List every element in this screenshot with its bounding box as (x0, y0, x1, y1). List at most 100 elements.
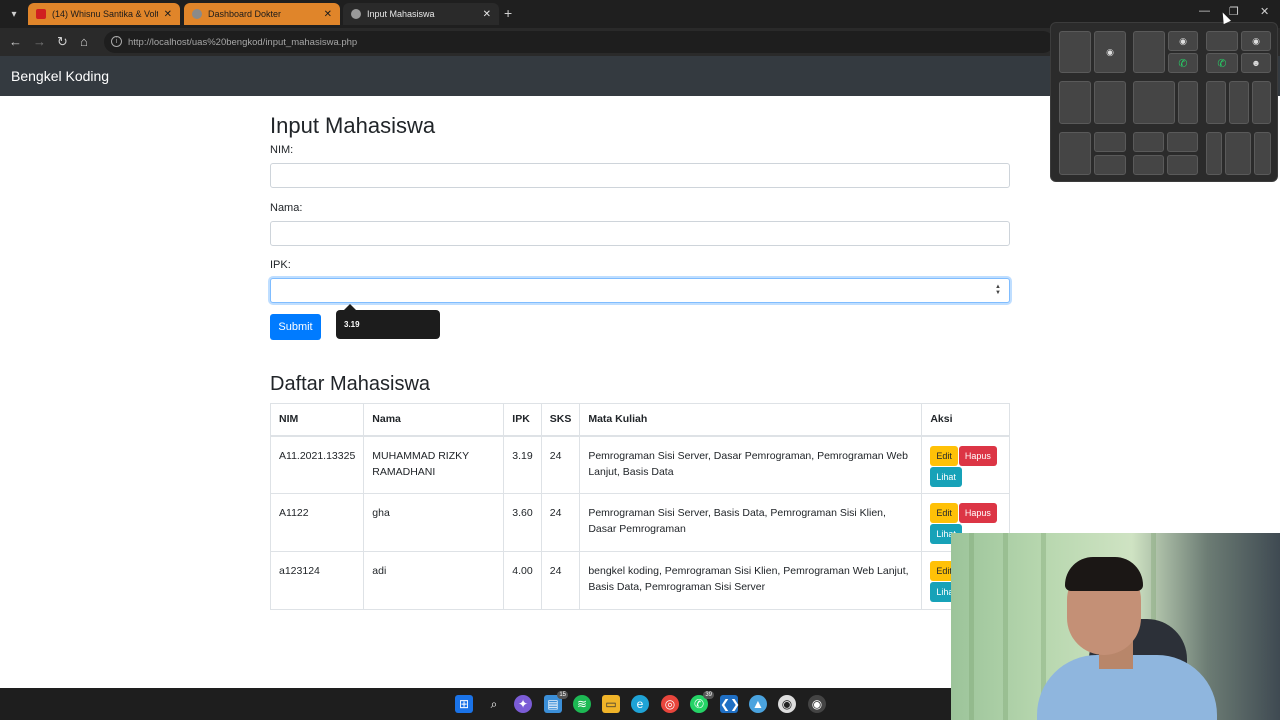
cell-nim: A11.2021.13325 (269, 435, 365, 494)
whatsapp-icon[interactable]: ✆ (1206, 53, 1238, 73)
app-icon[interactable]: ☻ (1241, 53, 1271, 73)
obs-icon[interactable]: ◉ (1241, 31, 1271, 51)
snap-zone[interactable] (1225, 132, 1251, 175)
header-nama: Nama (363, 403, 505, 437)
hapus-button[interactable]: Hapus (958, 445, 997, 466)
snap-zone[interactable] (1059, 132, 1091, 175)
mahasiswa-table: NIM Nama IPK SKS Mata Kuliah Aksi A11.20… (269, 403, 1010, 610)
header-ipk: IPK (503, 403, 542, 437)
cell-nim: A1122 (269, 493, 365, 552)
hapus-button[interactable]: Hapus (958, 503, 997, 523)
snap-zone[interactable] (1229, 81, 1249, 124)
webcam-overlay (951, 533, 1280, 720)
cell-nama: adi (363, 551, 505, 610)
obs-icon-2[interactable]: ◉ (808, 695, 826, 713)
snap-zone[interactable] (1094, 155, 1126, 175)
ipk-input[interactable]: ▲ ▼ (270, 278, 1010, 303)
person-hair (1065, 557, 1143, 591)
obs-icon[interactable]: ◉ (778, 695, 796, 713)
submit-button[interactable]: Submit (270, 314, 321, 340)
copilot-icon[interactable]: ✦ (514, 695, 532, 713)
cell-sks: 24 (540, 551, 581, 610)
snap-zone[interactable] (1254, 132, 1271, 175)
header-mata-kuliah: Mata Kuliah (579, 403, 923, 437)
tab-dashboard-dokter[interactable]: Dashboard Dokter ✕ (184, 3, 340, 25)
forward-icon[interactable]: → (33, 34, 46, 50)
close-tab-icon[interactable]: ✕ (483, 9, 491, 20)
table-row: a123124 adi 4.00 24 bengkel koding, Pemr… (269, 551, 1010, 610)
snap-zone[interactable] (1059, 31, 1091, 73)
globe-favicon-icon (351, 9, 361, 19)
snap-zone[interactable] (1252, 81, 1271, 124)
snap-zone[interactable] (1133, 31, 1165, 73)
tab-title: (14) Whisnu Santika & Volt - Sa (52, 9, 158, 19)
whatsapp-icon[interactable]: ✆ 39 (690, 691, 714, 713)
close-icon[interactable]: ✕ (1260, 5, 1269, 18)
snap-zone[interactable] (1206, 132, 1222, 175)
lihat-button[interactable]: Lihat (930, 466, 962, 487)
snap-zone[interactable] (1133, 132, 1164, 152)
number-stepper-icon[interactable]: ▲ ▼ (995, 284, 1001, 296)
cell-mata-kuliah: Pemrograman Sisi Server, Dasar Pemrogram… (579, 435, 923, 494)
snap-zone[interactable] (1133, 81, 1175, 124)
suggestion-text: 3.19 (344, 320, 360, 329)
snap-zone[interactable] (1167, 132, 1198, 152)
cell-nama: gha (363, 493, 505, 552)
windows-start-icon[interactable]: ⊞ (455, 695, 473, 713)
snap-zone[interactable] (1133, 155, 1164, 175)
nama-input[interactable] (270, 221, 1010, 246)
search-icon[interactable]: ⌕ (485, 695, 503, 713)
obs-icon[interactable]: ◉ (1094, 31, 1126, 73)
snap-zone[interactable] (1094, 81, 1126, 124)
restore-icon[interactable]: ❐ (1229, 5, 1239, 18)
tab-search-icon[interactable]: ▾ (4, 4, 24, 24)
cell-ipk: 4.00 (503, 551, 542, 610)
new-tab-icon[interactable]: + (504, 5, 512, 21)
header-nim: NIM (269, 403, 365, 437)
snap-zone[interactable] (1206, 31, 1238, 51)
edit-button[interactable]: Edit (930, 503, 958, 523)
edge-icon[interactable]: e (631, 695, 649, 713)
autofill-suggestion[interactable]: 3.19 (336, 304, 440, 339)
tab-youtube[interactable]: (14) Whisnu Santika & Volt - Sa ✕ (28, 3, 180, 25)
list-title: Daftar Mahasiswa (270, 373, 431, 395)
ipk-label: IPK: (270, 259, 291, 271)
app-icon[interactable]: ▲ (749, 695, 767, 713)
file-explorer-icon[interactable]: ▭ (602, 695, 620, 713)
cell-sks: 24 (540, 493, 581, 552)
spotify-icon[interactable]: ≋ (573, 695, 591, 713)
cell-nim: a123124 (269, 551, 365, 610)
close-tab-icon[interactable]: ✕ (324, 9, 332, 20)
edit-button[interactable]: Edit (930, 445, 958, 466)
youtube-favicon-icon (36, 9, 46, 19)
address-bar[interactable]: i http://localhost/uas%20bengkod/input_m… (104, 31, 1054, 53)
back-icon[interactable]: ← (9, 34, 22, 50)
reload-icon[interactable]: ↻ (57, 34, 68, 50)
obs-icon[interactable]: ◉ (1168, 31, 1198, 51)
home-icon[interactable]: ⌂ (80, 34, 88, 50)
minimize-icon[interactable]: — (1199, 5, 1210, 17)
whatsapp-icon[interactable]: ✆ (1168, 53, 1198, 73)
snap-zone[interactable] (1206, 81, 1226, 124)
snap-zone[interactable] (1059, 81, 1091, 124)
snap-zone[interactable] (1094, 132, 1126, 152)
tab-title: Dashboard Dokter (208, 9, 282, 19)
badge: 39 (703, 691, 714, 699)
nim-input[interactable] (270, 163, 1010, 188)
table-row: A1122 gha 3.60 24 Pemrograman Sisi Serve… (269, 493, 1010, 552)
tab-input-mahasiswa[interactable]: Input Mahasiswa ✕ (343, 3, 499, 25)
close-tab-icon[interactable]: ✕ (164, 9, 172, 20)
navbar-brand[interactable]: Bengkel Koding (11, 68, 109, 84)
table-header-row: NIM Nama IPK SKS Mata Kuliah Aksi (269, 403, 1010, 437)
snap-zone[interactable] (1178, 81, 1198, 124)
snap-zone[interactable] (1167, 155, 1198, 175)
cell-ipk: 3.60 (503, 493, 542, 552)
snap-layout-popup: ◉ ◉ ✆ ◉ ✆ ☻ (1050, 22, 1278, 182)
cell-nama: MUHAMMAD RIZKY RAMADHANI (363, 435, 505, 494)
vscode-icon[interactable]: ❮❯ (720, 695, 740, 713)
info-icon[interactable]: i (111, 36, 122, 47)
nim-label: NIM: (270, 144, 294, 156)
chrome-icon[interactable]: ◎ (661, 695, 679, 713)
cell-mata-kuliah: Pemrograman Sisi Server, Basis Data, Pem… (579, 493, 923, 552)
task-view-icon[interactable]: ▤ 15 (544, 691, 568, 713)
